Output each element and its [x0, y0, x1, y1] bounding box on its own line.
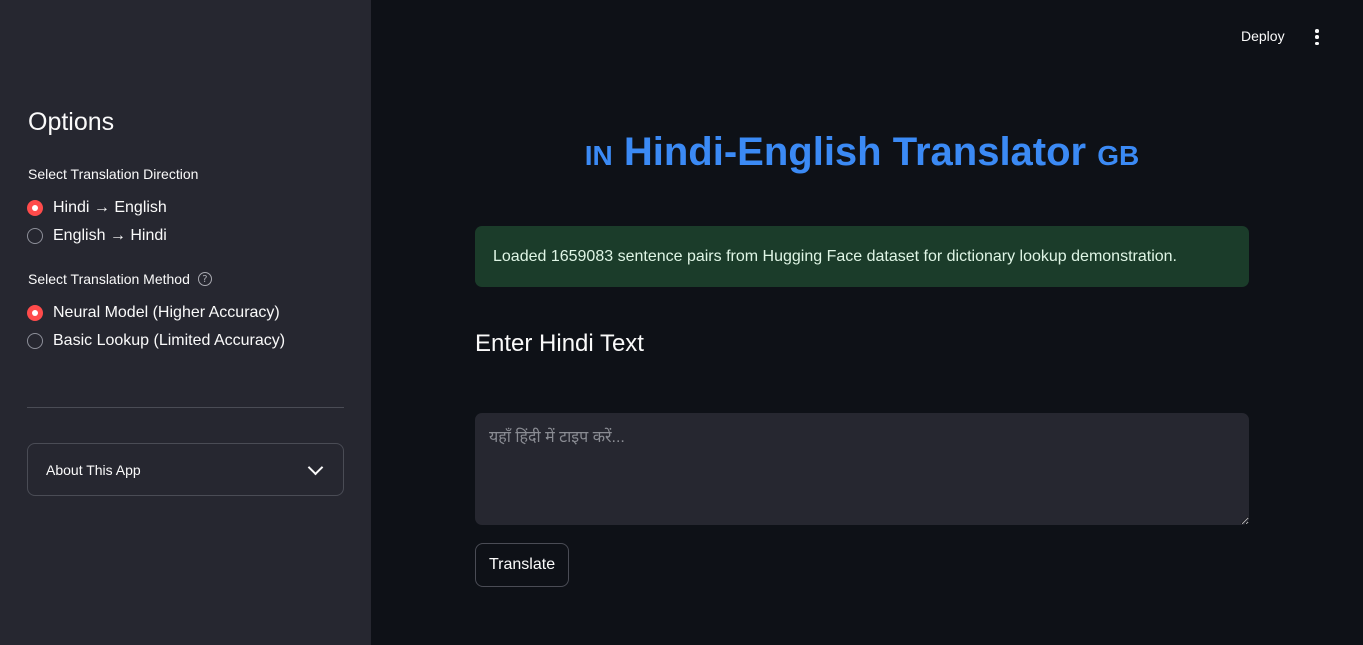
translate-button[interactable]: Translate	[475, 543, 570, 587]
hindi-text-input[interactable]	[475, 413, 1249, 525]
sidebar-divider	[27, 407, 344, 408]
india-flag-icon: IN	[584, 140, 613, 171]
method-label: Select Translation Method ?	[28, 271, 212, 287]
radio-english-to-hindi[interactable]: English → Hindi	[27, 227, 167, 245]
success-alert: Loaded 1659083 sentence pairs from Huggi…	[475, 226, 1249, 287]
radio-label: English → Hindi	[53, 227, 167, 244]
radio-hindi-to-english[interactable]: Hindi → English	[27, 199, 167, 217]
expander-label: About This App	[46, 461, 141, 478]
chevron-down-icon	[307, 459, 324, 475]
radio-basic-lookup[interactable]: Basic Lookup (Limited Accuracy)	[27, 332, 285, 350]
sidebar-title: Options	[28, 108, 115, 136]
method-label-text: Select Translation Method	[28, 271, 190, 287]
direction-label-text: Select Translation Direction	[28, 166, 199, 182]
radio-label: Neural Model (Higher Accuracy)	[53, 304, 280, 321]
app-window: Options Select Translation Direction Hin…	[0, 0, 1363, 645]
radio-button[interactable]	[27, 228, 43, 244]
kebab-menu-icon[interactable]	[1313, 29, 1321, 45]
deploy-button[interactable]: Deploy	[1241, 28, 1285, 44]
uk-flag-icon: GB	[1097, 140, 1140, 171]
radio-button-checked[interactable]	[27, 200, 43, 216]
input-header: Enter Hindi Text	[475, 330, 644, 357]
success-alert-text: Loaded 1659083 sentence pairs from Huggi…	[493, 247, 1177, 265]
direction-label: Select Translation Direction	[28, 166, 198, 182]
radio-button[interactable]	[27, 333, 43, 349]
sidebar: Options Select Translation Direction Hin…	[0, 0, 371, 645]
radio-label: Hindi → English	[53, 199, 167, 216]
radio-neural-model[interactable]: Neural Model (Higher Accuracy)	[27, 304, 280, 322]
main-content: Deploy IN Hindi-English Translator GB Lo…	[371, 0, 1363, 645]
radio-label: Basic Lookup (Limited Accuracy)	[53, 332, 286, 349]
page-title-text: Hindi-English Translator	[623, 130, 1087, 174]
about-expander[interactable]: About This App	[27, 443, 344, 496]
question-circle-icon[interactable]: ?	[197, 272, 212, 286]
page-title: IN Hindi-English Translator GB	[475, 130, 1249, 175]
radio-button-checked[interactable]	[27, 305, 43, 321]
